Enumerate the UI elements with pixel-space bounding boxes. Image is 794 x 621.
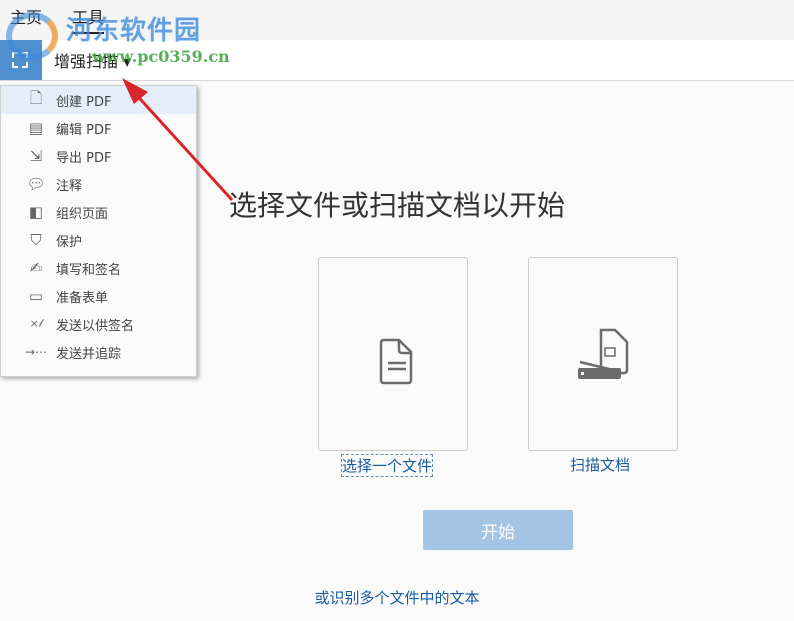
tools-menu: 🗋 创建 PDF ▤ 编辑 PDF ⇲ 导出 PDF 💬︎ 注释 ◧ 组织页面 ⛉ 保护 ✍… <box>0 85 197 377</box>
menu-item-export-pdf[interactable]: ⇲ 导出 PDF <box>1 142 196 170</box>
scan-document-link[interactable]: 扫描文档 <box>570 454 630 475</box>
menu-label: 保护 <box>56 234 83 250</box>
ocr-multiple-files-link[interactable]: 或识别多个文件中的文本 <box>0 587 794 608</box>
scan-document-card[interactable] <box>528 257 678 451</box>
menu-item-fill-sign[interactable]: ✍ 填写和签名 <box>1 254 196 282</box>
menu-item-send-sign[interactable]: ×𝓁 发送以供签名 <box>1 310 196 338</box>
menu-item-send-track[interactable]: →⋯ 发送并追踪 <box>1 338 196 366</box>
start-button[interactable]: 开始 <box>423 510 573 550</box>
edit-pdf-icon: ▤ <box>28 119 44 137</box>
scanner-icon <box>578 328 629 379</box>
menu-label: 发送并追踪 <box>56 346 122 362</box>
export-pdf-icon: ⇲ <box>29 147 43 165</box>
shield-icon: ⛉ <box>30 231 42 249</box>
menu-item-protect[interactable]: ⛉ 保护 <box>1 226 196 254</box>
select-file-link[interactable]: 选择一个文件 <box>341 454 434 477</box>
watermark-logo-icon <box>6 12 58 60</box>
menu-label: 发送以供签名 <box>56 318 135 334</box>
watermark-url: www.pc0359.cn <box>92 47 230 66</box>
menu-item-edit-pdf[interactable]: ▤ 编辑 PDF <box>1 114 196 142</box>
watermark-name: 河东软件园 <box>66 16 202 46</box>
create-pdf-icon: 🗋 <box>29 88 43 107</box>
menu-label: 准备表单 <box>56 290 109 306</box>
menu-item-prepare-form[interactable]: ▭ 准备表单 <box>1 282 196 310</box>
select-file-card[interactable] <box>318 257 468 451</box>
menu-label: 填写和签名 <box>56 262 122 278</box>
send-sign-icon: ×𝓁 <box>29 317 43 330</box>
form-icon: ▭ <box>28 287 44 305</box>
fill-sign-icon: ✍ <box>29 259 43 277</box>
menu-label: 导出 PDF <box>56 150 112 166</box>
menu-label: 创建 PDF <box>56 94 112 110</box>
page-heading: 选择文件或扫描文档以开始 <box>228 189 565 222</box>
send-track-icon: →⋯ <box>24 345 48 359</box>
document-icon <box>379 338 413 385</box>
menu-item-create-pdf[interactable]: 🗋 创建 PDF <box>1 86 196 114</box>
menu-label: 编辑 PDF <box>56 122 112 138</box>
